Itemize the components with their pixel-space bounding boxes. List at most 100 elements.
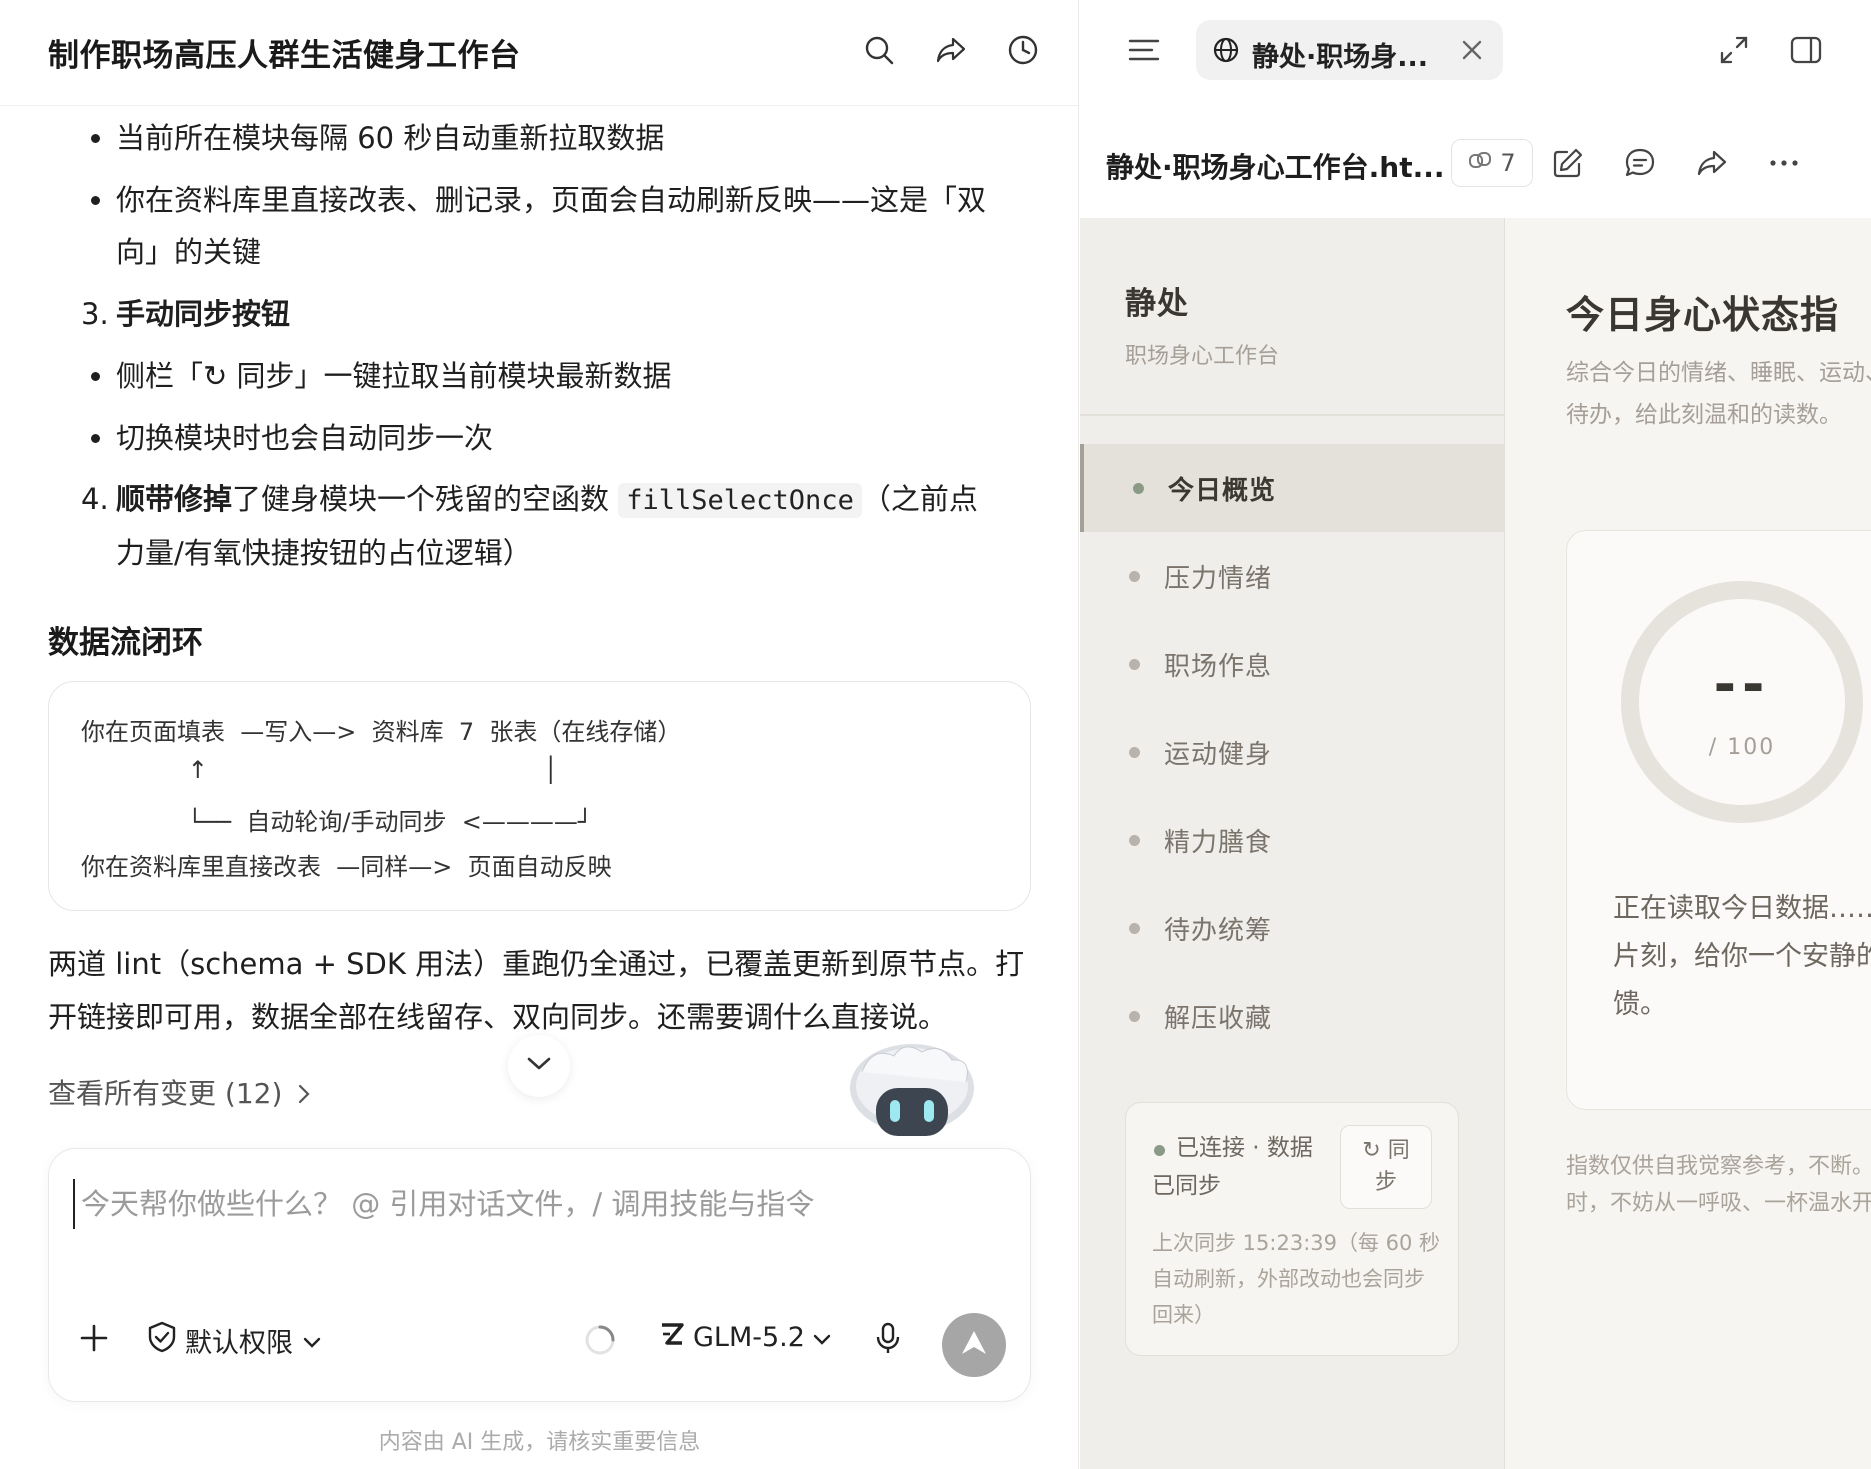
close-icon[interactable]: [1460, 38, 1484, 66]
sidebar-toggle-icon[interactable]: [1786, 30, 1826, 70]
nav-item-overview[interactable]: 今日概览: [1080, 444, 1505, 532]
history-icon[interactable]: [1003, 30, 1043, 70]
nav-dot: [1129, 746, 1140, 758]
page-description: 综合今日的情绪、睡眠、运动、饮食与待办，给此刻温和的读数。: [1566, 360, 1871, 428]
nav-dot: [1129, 570, 1140, 582]
version-badge[interactable]: 7: [1451, 139, 1533, 187]
score-max: / 100: [1708, 735, 1776, 760]
item-fix-text2: （之前点: [861, 482, 978, 516]
model-selector[interactable]: GLM-5.2: [659, 1321, 831, 1354]
view-changes-label: 查看所有变更 (12): [48, 1077, 283, 1110]
item-fix-line1: 顺带修掉了健身模块一个残留的空函数 fillSelectOnce （之前点: [116, 473, 978, 527]
bullet-dot: [91, 134, 100, 143]
chevron-right-icon: [297, 1077, 311, 1110]
search-icon[interactable]: [859, 30, 899, 70]
mascot-avatar: [842, 1038, 982, 1144]
loading-spinner-icon: [583, 1323, 617, 1357]
chat-header: 制作职场高压人群生活健身工作台: [0, 0, 1078, 106]
preview-pane: 静处·职场身... 静处·职场身心工作台.ht... 7 静处 职场身心工作台 …: [1080, 0, 1871, 1469]
nav-item-schedule[interactable]: 职场作息: [1080, 620, 1505, 708]
list-number-4: 4.: [81, 482, 109, 516]
nav-dot: [1129, 1010, 1140, 1022]
permission-label: 默认权限: [185, 1328, 293, 1359]
permission-dropdown[interactable]: 默认权限: [147, 1321, 321, 1360]
sync-button[interactable]: ↻ 同步: [1340, 1125, 1432, 1209]
brand-name: 静处: [1125, 286, 1189, 322]
scroll-to-bottom-button[interactable]: [508, 1035, 570, 1097]
chat-pane: 制作职场高压人群生活健身工作台 当前所在模块每隔 60 秒自动重新拉取数据 你在…: [0, 0, 1079, 1469]
app-main-content: 今日身心状态指 综合今日的情绪、睡眠、运动、饮食与待办，给此刻温和的读数。 --…: [1506, 218, 1871, 1469]
index-footnote: 指数仅供自我觉察参考，不断。状态偏低时，不妨从一呼吸、一杯温水开始。: [1566, 1154, 1871, 1216]
flow-line: └── 自动轮询/手动同步 <————┘: [81, 808, 593, 836]
ai-disclaimer: 内容由 AI 生成，请核实重要信息: [378, 1430, 701, 1455]
chevron-down-icon: [813, 1322, 831, 1353]
nav-item-todo[interactable]: 待办统筹: [1080, 884, 1505, 972]
prompt-input[interactable]: [73, 1179, 1003, 1229]
send-arrow-icon: [959, 1328, 989, 1362]
nav-item-stress[interactable]: 压力情绪: [1080, 532, 1505, 620]
bullet-two-way-line2: 向」的关键: [116, 235, 262, 269]
send-button[interactable]: [942, 1313, 1006, 1377]
flow-line: 你在页面填表 —写入—> 资料库 7 张表（在线存储）: [81, 718, 682, 746]
preview-tab-label: 静处·职场身...: [1252, 42, 1429, 73]
nav-item-diet[interactable]: 精力膳食: [1080, 796, 1505, 884]
share-icon[interactable]: [1692, 143, 1732, 183]
message-composer: 默认权限 GLM-5.2: [48, 1148, 1031, 1402]
menu-icon[interactable]: [1124, 30, 1164, 70]
bullet-dot: [91, 434, 100, 443]
page-title: 今日身心状态指: [1566, 293, 1840, 337]
nav-label: 压力情绪: [1164, 563, 1273, 594]
expand-icon[interactable]: [1714, 30, 1754, 70]
bullet-two-way-line1: 你在资料库里直接改表、删记录，页面会自动刷新反映——这是「双: [116, 183, 987, 217]
preview-tab[interactable]: 静处·职场身...: [1196, 20, 1503, 80]
list-number-3: 3.: [81, 297, 109, 331]
score-card: -- / 100 正在读取今日数据……稍候片刻，给你一个安静的反馈。: [1566, 530, 1871, 1110]
nav-label: 待办统筹: [1164, 915, 1273, 946]
model-label: GLM-5.2: [693, 1322, 805, 1353]
nav-dot: [1129, 834, 1140, 846]
sync-status-card: 已连接 · 数据已同步 ↻ 同步 上次同步 15:23:39（每 60 秒自动刷…: [1125, 1102, 1459, 1356]
last-sync-info: 上次同步 15:23:39（每 60 秒自动刷新，外部改动也会同步回来）: [1152, 1231, 1441, 1327]
sync-status-text: 已连接 · 数据已同步: [1152, 1135, 1313, 1199]
item-fix-line2: 力量/有氧快捷按钮的占位逻辑）: [116, 536, 532, 570]
item-manual-sync-title: 手动同步按钮: [116, 297, 291, 331]
model-logo-icon: [659, 1321, 685, 1354]
nav-label: 运动健身: [1164, 739, 1273, 770]
link-icon: [1468, 148, 1492, 178]
edit-icon[interactable]: [1548, 143, 1588, 183]
sidebar-divider: [1080, 414, 1505, 416]
bullet-switch-sync: 切换模块时也会自动同步一次: [116, 421, 494, 455]
shield-check-icon: [147, 1321, 177, 1360]
nav-label: 解压收藏: [1164, 1003, 1273, 1034]
nav-item-relax[interactable]: 解压收藏: [1080, 972, 1505, 1060]
summary-line1: 两道 lint（schema + SDK 用法）重跑仍全通过，已覆盖更新到原节点…: [48, 947, 1025, 981]
version-count: 7: [1500, 149, 1516, 177]
inline-code: fillSelectOnce: [618, 483, 862, 518]
chat-title: 制作职场高压人群生活健身工作台: [48, 38, 521, 74]
plus-icon: [79, 1323, 109, 1360]
app-sidebar: 静处 职场身心工作台 今日概览 压力情绪 职场作息 运动健身 精力膳食 待办统筹…: [1080, 218, 1505, 1469]
section-title: 数据流闭环: [48, 625, 203, 661]
nav-item-fitness[interactable]: 运动健身: [1080, 708, 1505, 796]
chevron-down-icon: [303, 1325, 321, 1356]
share-icon[interactable]: [931, 30, 971, 70]
preview-tabbar: 静处·职场身...: [1080, 0, 1871, 106]
score-value: --: [1713, 653, 1771, 716]
microphone-button[interactable]: [875, 1321, 901, 1362]
more-options-icon[interactable]: [1764, 143, 1804, 183]
nav-dot: [1129, 658, 1140, 670]
item-fix-text: 了健身模块一个残留的空函数: [232, 482, 610, 516]
nav-label: 精力膳食: [1164, 827, 1273, 858]
comment-icon[interactable]: [1620, 143, 1660, 183]
bullet-auto-poll: 当前所在模块每隔 60 秒自动重新拉取数据: [116, 121, 665, 155]
file-name: 静处·职场身心工作台.ht...: [1106, 151, 1445, 184]
nav-label: 职场作息: [1164, 651, 1273, 682]
nav-label: 今日概览: [1168, 475, 1277, 506]
chevron-down-icon: [526, 1056, 552, 1076]
view-changes-link[interactable]: 查看所有变更 (12): [48, 1072, 311, 1112]
summary-text: 两道 lint（schema + SDK 用法）重跑仍全通过，已覆盖更新到原节点…: [48, 938, 1033, 1044]
add-attachment-button[interactable]: [79, 1323, 109, 1360]
nav-dot: [1133, 482, 1144, 494]
bullet-dot: [91, 196, 100, 205]
flow-line: 你在资料库里直接改表 —同样—> 页面自动反映: [81, 853, 612, 881]
